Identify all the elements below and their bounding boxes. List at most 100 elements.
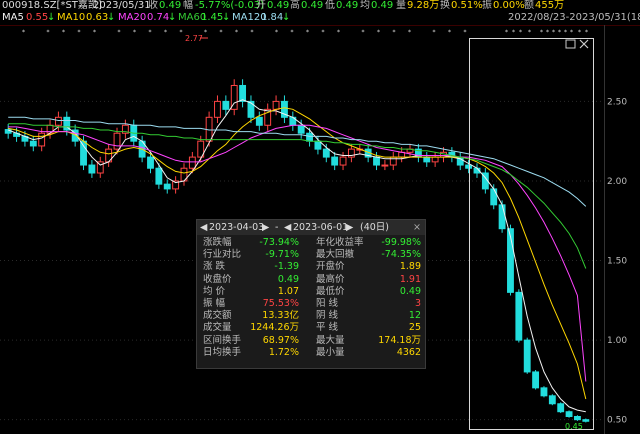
candle-body[interactable] xyxy=(381,164,389,167)
stat-label: 成交额 xyxy=(203,310,232,322)
stat-value: 13.33亿 xyxy=(262,310,299,322)
event-marker: * xyxy=(251,29,254,36)
stats-row: 日均换手 1.72% 最小量 4362 xyxy=(203,347,421,359)
price-tick-label: 0.50 xyxy=(607,416,627,426)
close-panel-icon[interactable]: × xyxy=(413,221,421,234)
next-end-icon[interactable]: ▶ xyxy=(346,221,353,234)
event-marker: * xyxy=(433,29,436,36)
stat-value: 1244.26万 xyxy=(250,322,299,334)
stats-row: 收盘价 0.49 最高价 1.91 xyxy=(203,274,421,286)
stat-label: 阳 线 xyxy=(316,297,339,309)
candle-body[interactable] xyxy=(314,140,322,150)
candle-body[interactable] xyxy=(188,156,196,169)
stat-value: 3 xyxy=(414,297,421,309)
candle-body[interactable] xyxy=(306,132,313,142)
candle-body[interactable] xyxy=(540,387,548,397)
candle-body[interactable] xyxy=(582,419,590,422)
event-marker: * xyxy=(275,29,278,36)
stat-value: 12 xyxy=(408,310,421,322)
stats-row: 成交额 13.33亿 阴 线 12 xyxy=(203,310,421,322)
stat-value: -1.39 xyxy=(274,261,299,273)
candle-body[interactable] xyxy=(38,132,46,147)
candle-body[interactable] xyxy=(222,100,230,110)
candle-body[interactable] xyxy=(498,204,506,230)
candle-body[interactable] xyxy=(54,116,62,126)
close-icon[interactable] xyxy=(579,39,589,49)
stat-label: 行业对比 xyxy=(203,249,242,261)
event-markers: * * * * * * * * * * * * * * * * * * * * * * * * * * * * * * * * * * * * * * xyxy=(22,29,588,36)
prev-end-icon[interactable]: ◀ xyxy=(284,221,291,234)
stat-value: 1.72% xyxy=(268,346,299,358)
candle-body[interactable] xyxy=(515,291,523,341)
candle-body[interactable] xyxy=(247,100,255,118)
stat-value: -73.94% xyxy=(259,237,299,248)
candle-body[interactable] xyxy=(297,124,305,134)
stat-label: 最低价 xyxy=(316,285,345,297)
min-price-label: 0.45 xyxy=(565,422,583,431)
candle-body[interactable] xyxy=(523,339,531,373)
prev-start-icon[interactable]: ◀ xyxy=(200,221,207,234)
stat-label: 收盘价 xyxy=(203,273,232,285)
days-count: (40日) xyxy=(360,222,390,233)
event-marker: * xyxy=(564,29,567,36)
candle-body[interactable] xyxy=(331,156,339,166)
event-marker: * xyxy=(93,29,96,36)
candle-body[interactable] xyxy=(339,156,347,166)
event-marker: * xyxy=(362,29,365,36)
candle-body[interactable] xyxy=(465,164,473,169)
candle-body[interactable] xyxy=(423,156,431,163)
event-marker: * xyxy=(306,29,309,36)
candle-body[interactable] xyxy=(147,156,154,169)
candle-body[interactable] xyxy=(80,140,87,166)
stats-row: 涨跌幅 -73.94% 年化收益率 -99.98% xyxy=(203,237,421,249)
candle-body[interactable] xyxy=(239,84,247,102)
candle-body[interactable] xyxy=(490,188,498,206)
stat-label: 成交量 xyxy=(203,322,232,334)
candle-body[interactable] xyxy=(557,403,565,413)
stat-value: 25 xyxy=(408,322,421,334)
candle-body[interactable] xyxy=(29,140,37,147)
stats-row: 成交量 1244.26万 平 线 25 xyxy=(203,322,421,334)
stat-label: 振 幅 xyxy=(203,297,226,309)
candle-body[interactable] xyxy=(532,371,540,389)
stat-value: 4362 xyxy=(396,346,421,358)
interval-stats-panel[interactable]: ◀ 2023-04-03 ▶ - ◀ 2023-06-01 ▶ (40日) × … xyxy=(196,219,426,369)
candle-body[interactable] xyxy=(431,156,439,163)
stat-label: 最小量 xyxy=(316,346,345,358)
event-marker: * xyxy=(337,29,340,36)
event-marker: * xyxy=(62,29,65,36)
candle-body[interactable] xyxy=(155,167,163,185)
event-marker: * xyxy=(393,29,396,36)
start-date: 2023-04-03 xyxy=(209,222,265,233)
maximize-icon[interactable] xyxy=(565,39,576,49)
stats-row: 区间换手 68.97% 最大量 174.18万 xyxy=(203,335,421,347)
selection-box[interactable] xyxy=(469,38,594,430)
event-marker: * xyxy=(558,29,561,36)
price-tick-label: 2.50 xyxy=(607,97,627,107)
candle-body[interactable] xyxy=(373,156,380,166)
ma-line-ma120 xyxy=(8,116,587,207)
stat-label: 涨跌幅 xyxy=(203,237,232,248)
candle-body[interactable] xyxy=(574,415,581,421)
candle-body[interactable] xyxy=(88,164,96,174)
stat-value: 174.18万 xyxy=(378,334,421,346)
candle-body[interactable] xyxy=(255,116,263,126)
candle-body[interactable] xyxy=(163,183,171,190)
stat-value: 0.49 xyxy=(399,285,421,297)
event-marker: * xyxy=(585,29,588,36)
stat-label: 日均换手 xyxy=(203,346,242,358)
event-marker: * xyxy=(512,29,515,36)
interval-stats-header: ◀ 2023-04-03 ▶ - ◀ 2023-06-01 ▶ (40日) × xyxy=(197,220,425,235)
range-dash: - xyxy=(275,222,279,233)
candle-body[interactable] xyxy=(548,395,556,405)
candle-body[interactable] xyxy=(214,100,221,118)
candle-body[interactable] xyxy=(113,132,121,150)
next-start-icon[interactable]: ▶ xyxy=(262,221,269,234)
candle-body[interactable] xyxy=(272,100,280,110)
candle-body[interactable] xyxy=(322,148,330,158)
event-marker: * xyxy=(578,29,581,36)
candle-body[interactable] xyxy=(565,411,573,417)
event-marker: * xyxy=(220,29,223,36)
event-marker: * xyxy=(552,29,555,36)
stats-row: 行业对比 -9.71% 最大回撤 -74.35% xyxy=(203,249,421,261)
